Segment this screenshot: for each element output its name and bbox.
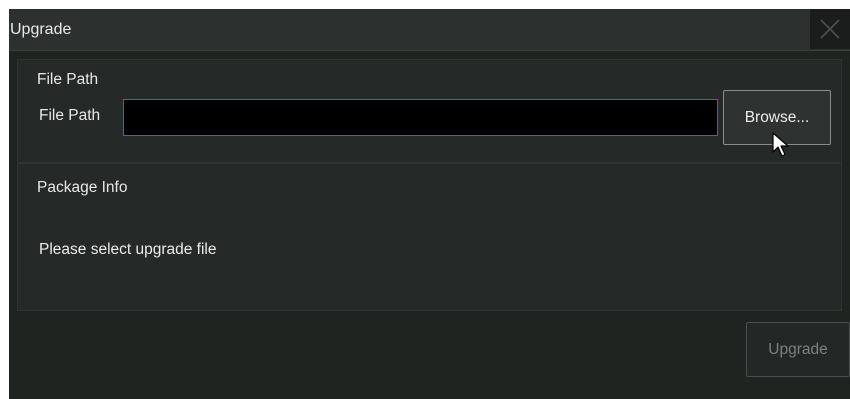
file-path-section-title: File Path xyxy=(37,71,99,88)
close-button[interactable] xyxy=(810,9,850,49)
upgrade-button[interactable]: Upgrade xyxy=(746,322,850,377)
package-info-section: Package Info Please select upgrade file xyxy=(17,163,842,311)
file-path-label: File Path xyxy=(39,107,101,124)
dialog-titlebar: Upgrade xyxy=(9,9,850,51)
package-info-title: Package Info xyxy=(37,179,128,196)
close-icon xyxy=(820,19,840,39)
dialog-title: Upgrade xyxy=(10,21,72,38)
upgrade-dialog: Upgrade File Path File Path Browse... Pa… xyxy=(9,9,850,399)
file-path-section: File Path File Path Browse... xyxy=(17,59,842,163)
file-path-input[interactable] xyxy=(123,99,718,136)
mouse-pointer-icon xyxy=(772,132,789,157)
package-info-message: Please select upgrade file xyxy=(39,241,217,258)
